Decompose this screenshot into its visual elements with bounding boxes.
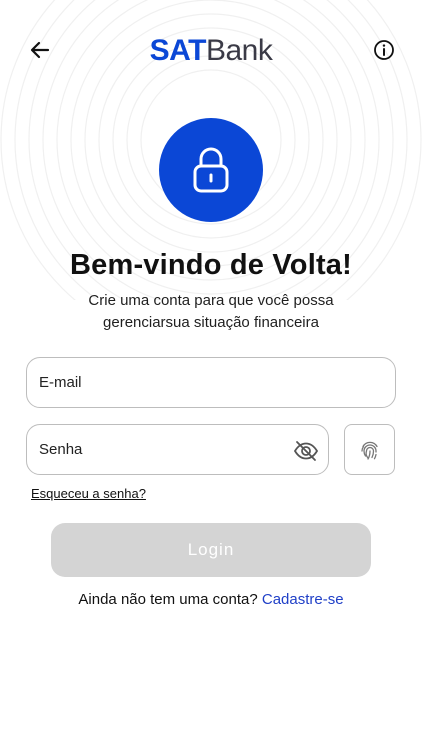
password-field [26,424,329,475]
lock-badge [159,118,263,222]
eye-off-icon [293,441,319,461]
lock-icon [193,147,229,193]
biometric-login-button[interactable] [344,424,395,475]
subtitle-line-1: Crie uma conta para que você possa [88,292,334,309]
page-title: Bem-vindo de Volta! [69,249,352,281]
fingerprint-icon [360,441,378,460]
password-input[interactable] [27,425,328,474]
forgot-password-link[interactable]: Esqueceu a senha? [31,486,146,501]
signup-prompt: Ainda não tem uma conta? Cadastre-se [0,591,422,608]
signup-prompt-text: Ainda não tem uma conta? [78,591,258,608]
email-input[interactable] [27,358,395,407]
signup-link[interactable]: Cadastre-se [262,591,344,608]
password-visibility-toggle[interactable] [292,437,320,465]
info-button[interactable] [366,32,402,68]
page-subtitle: Crie uma conta para que você possa geren… [60,290,362,334]
satbank-logo: SATBank [0,34,422,68]
subtitle-line-2: gerenciarsua situação financeira [103,314,319,331]
info-icon [374,40,394,60]
login-button[interactable]: Login [51,523,371,577]
email-field [26,357,396,408]
logo-bank: Bank [205,34,273,67]
top-bar: SATBank [0,28,422,72]
logo-sat: SAT [149,34,207,67]
